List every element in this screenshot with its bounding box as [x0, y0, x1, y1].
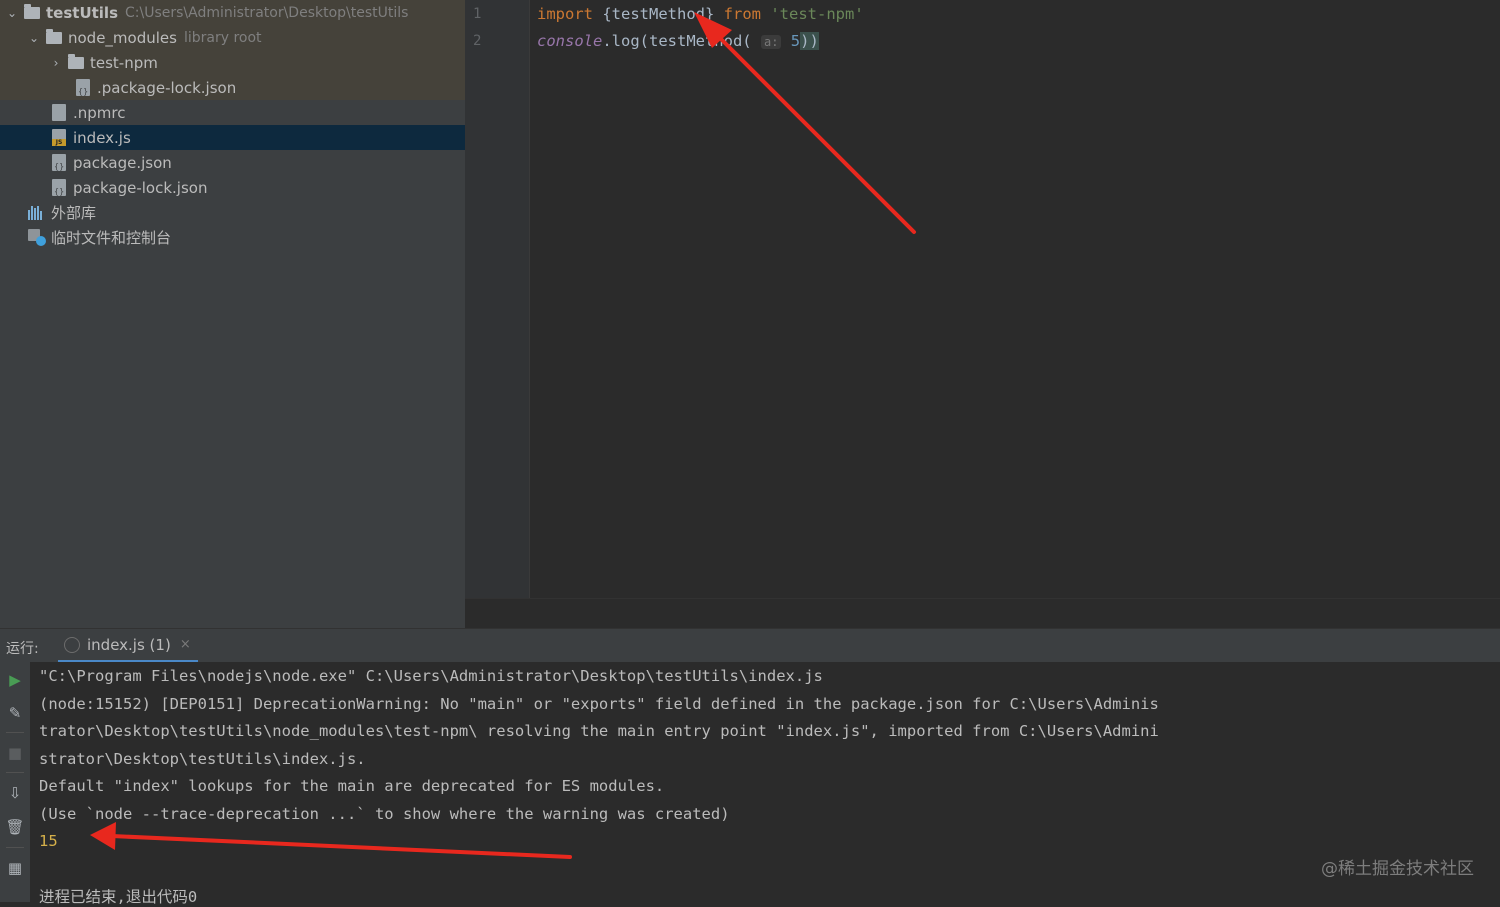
- parameter-hint: a:: [760, 35, 782, 49]
- console-object: console: [537, 32, 603, 50]
- code-token: .log(testMethod(: [602, 32, 752, 50]
- tree-item-test-npm[interactable]: › test-npm: [0, 50, 465, 75]
- run-toolbar: ▶ ✎ ■ ⇩ 🗑 ▦: [0, 662, 30, 902]
- run-panel-title: 运行:: [6, 641, 39, 657]
- folder-icon: [68, 53, 84, 69]
- library-root-label: library root: [183, 29, 262, 46]
- json-file-icon: [76, 79, 90, 96]
- tree-item-label: package-lock.json: [73, 178, 208, 197]
- external-libraries-icon: [28, 205, 46, 220]
- code-line-2[interactable]: console.log(testMethod( a: 5)): [537, 32, 819, 50]
- tree-item-label: .npmrc: [73, 103, 126, 122]
- tree-item-testutils[interactable]: ⌄ testUtils C:\Users\Administrator\Deskt…: [0, 0, 465, 25]
- tree-item-npmrc[interactable]: .npmrc: [0, 100, 465, 125]
- tree-item-label: 外部库: [51, 204, 97, 222]
- console-line: (Use `node --trace-deprecation ...` to s…: [39, 805, 730, 823]
- wrench-icon[interactable]: ✎: [5, 703, 25, 723]
- editor-status-strip: [465, 598, 1500, 629]
- import-name: testMethod: [611, 5, 705, 23]
- trash-icon[interactable]: 🗑: [5, 817, 25, 837]
- console-result-line: 15: [39, 832, 58, 850]
- console-line: (node:15152) [DEP0151] DeprecationWarnin…: [39, 695, 1159, 713]
- run-panel-header: 运行: index.js (1) ×: [0, 628, 1500, 663]
- code-token: )): [800, 32, 819, 50]
- tree-item-package-lock-json[interactable]: package-lock.json: [0, 175, 465, 200]
- console-line: strator\Desktop\testUtils\index.js.: [39, 750, 366, 768]
- console-line: Default "index" lookups for the main are…: [39, 777, 665, 795]
- scratches-icon: [28, 229, 46, 246]
- console-line: "C:\Program Files\nodejs\node.exe" C:\Us…: [39, 667, 823, 685]
- tree-item-label: package.json: [73, 153, 172, 172]
- tree-item-label: testUtils: [46, 3, 119, 22]
- chevron-down-icon[interactable]: ⌄: [28, 31, 40, 45]
- chevron-down-icon[interactable]: ⌄: [6, 6, 18, 20]
- code-editor[interactable]: import {testMethod} from 'test-npm' cons…: [530, 0, 1500, 598]
- stop-icon[interactable]: ■: [5, 743, 25, 763]
- tree-item-external-libraries[interactable]: 外部库: [0, 200, 465, 225]
- layout-icon[interactable]: ▦: [5, 858, 25, 878]
- line-number: 2: [473, 33, 482, 49]
- argument-number: 5: [790, 32, 801, 50]
- folder-icon: [46, 28, 62, 44]
- run-tab-label: index.js (1): [87, 635, 171, 654]
- code-line-1[interactable]: import {testMethod} from 'test-npm': [537, 5, 864, 23]
- text-file-icon: [52, 104, 66, 121]
- json-file-icon: [52, 179, 66, 196]
- tree-item-label: .package-lock.json: [97, 78, 237, 97]
- tree-item-package-json[interactable]: package.json: [0, 150, 465, 175]
- tree-item-index-js[interactable]: index.js: [0, 125, 465, 150]
- js-file-icon: [52, 129, 66, 146]
- watermark: @稀土掘金技术社区: [1321, 859, 1474, 879]
- scroll-to-end-icon[interactable]: ⇩: [5, 783, 25, 803]
- json-file-icon: [52, 154, 66, 171]
- module-string: 'test-npm': [770, 5, 864, 23]
- tree-item-node-modules[interactable]: ⌄ node_modules library root: [0, 25, 465, 50]
- chevron-right-icon[interactable]: ›: [50, 56, 62, 70]
- close-icon[interactable]: ×: [180, 637, 191, 652]
- nodejs-icon: [64, 636, 80, 653]
- tree-item-scratches[interactable]: 临时文件和控制台: [0, 225, 465, 250]
- console-output[interactable]: "C:\Program Files\nodejs\node.exe" C:\Us…: [30, 662, 1500, 906]
- code-token: {: [593, 5, 612, 23]
- tree-item-label: node_modules: [68, 28, 177, 47]
- console-exit-line: 进程已结束,退出代码0: [39, 888, 198, 906]
- run-tab-index-js[interactable]: index.js (1) ×: [58, 629, 198, 663]
- tree-item-path: C:\Users\Administrator\Desktop\testUtils: [125, 4, 409, 21]
- tree-item-label: 临时文件和控制台: [51, 229, 172, 247]
- tree-item-dot-package-lock[interactable]: .package-lock.json: [0, 75, 465, 100]
- tree-item-label: test-npm: [90, 53, 158, 72]
- line-number: 1: [473, 6, 482, 22]
- code-token: }: [705, 5, 724, 23]
- tree-item-label: index.js: [73, 128, 131, 147]
- project-tree: ⌄ testUtils C:\Users\Administrator\Deskt…: [0, 0, 465, 628]
- keyword-import: import: [537, 5, 593, 23]
- editor-gutter: 1 2: [465, 0, 530, 598]
- console-line: trator\Desktop\testUtils\node_modules\te…: [39, 722, 1159, 740]
- rerun-icon[interactable]: ▶: [5, 670, 25, 690]
- keyword-from: from: [723, 5, 761, 23]
- folder-icon: [24, 3, 40, 19]
